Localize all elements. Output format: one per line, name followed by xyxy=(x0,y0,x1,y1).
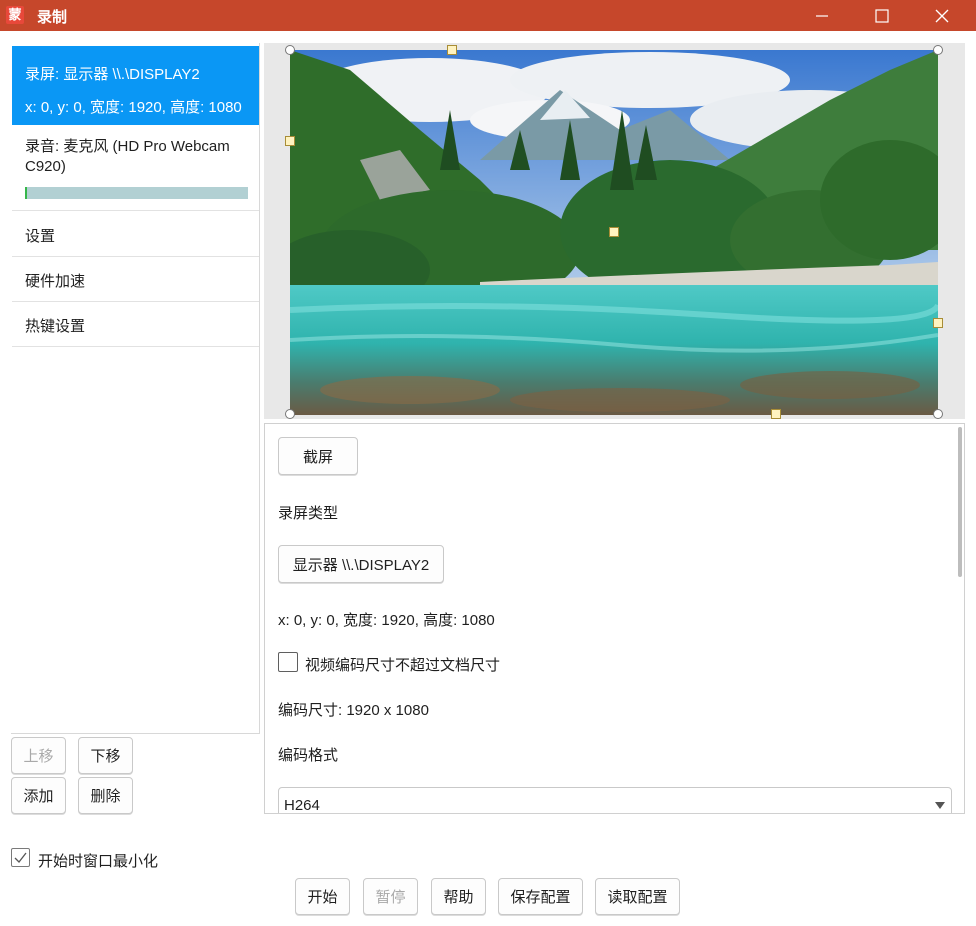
resize-handle-bottom-left[interactable] xyxy=(285,409,295,419)
resize-handle-top-left[interactable] xyxy=(285,45,295,55)
move-handle-center[interactable] xyxy=(609,227,619,237)
source-item-audio[interactable]: 录音: 麦克风 (HD Pro Webcam C920) xyxy=(12,127,259,211)
resize-handle-right[interactable] xyxy=(933,318,943,328)
limit-size-label: 视频编码尺寸不超过文档尺寸 xyxy=(305,657,501,674)
sidebar-item-settings[interactable]: 设置 xyxy=(12,212,259,257)
checkmark-icon xyxy=(14,852,27,863)
close-button[interactable] xyxy=(912,0,972,31)
close-icon xyxy=(935,9,949,22)
source-screen-region: x: 0, y: 0, 宽度: 1920, 高度: 1080 xyxy=(25,99,242,116)
region-text: x: 0, y: 0, 宽度: 1920, 高度: 1080 xyxy=(278,612,495,629)
record-type-label: 录屏类型 xyxy=(278,505,339,522)
audio-level-meter xyxy=(25,187,248,199)
chevron-down-icon xyxy=(935,802,945,809)
maximize-button[interactable] xyxy=(852,0,912,31)
sidebar-item-label: 设置 xyxy=(25,228,56,245)
scrollbar[interactable] xyxy=(958,427,962,577)
encode-format-select[interactable]: H264 xyxy=(278,787,952,814)
encode-format-value: H264 xyxy=(284,797,320,814)
sidebar-item-hotkeys[interactable]: 热键设置 xyxy=(12,302,259,347)
minimize-button[interactable] xyxy=(792,0,852,31)
screenshot-button[interactable]: 截屏 xyxy=(278,437,358,475)
resize-handle-bottom-right[interactable] xyxy=(933,409,943,419)
sidebar-item-label: 硬件加速 xyxy=(25,273,86,290)
pause-button[interactable]: 暂停 xyxy=(363,878,418,915)
resize-handle-left[interactable] xyxy=(285,136,295,146)
source-item-screen[interactable]: 录屏: 显示器 \\.\DISPLAY2 x: 0, y: 0, 宽度: 192… xyxy=(12,46,259,125)
add-button[interactable]: 添加 xyxy=(11,777,66,814)
title-bar: 蒙 录制 xyxy=(0,0,976,31)
move-up-button[interactable]: 上移 xyxy=(11,737,66,774)
help-button[interactable]: 帮助 xyxy=(431,878,486,915)
delete-button[interactable]: 删除 xyxy=(78,777,133,814)
resize-handle-bottom[interactable] xyxy=(771,409,781,419)
source-list: 录屏: 显示器 \\.\DISPLAY2 x: 0, y: 0, 宽度: 192… xyxy=(11,43,260,734)
minimize-on-start-checkbox[interactable] xyxy=(11,848,30,867)
start-button[interactable]: 开始 xyxy=(295,878,350,915)
sidebar-item-hw-accel[interactable]: 硬件加速 xyxy=(12,257,259,302)
settings-panel: 截屏 录屏类型 显示器 \\.\DISPLAY2 x: 0, y: 0, 宽度:… xyxy=(264,423,965,814)
maximize-icon xyxy=(875,8,889,23)
source-screen-title: 录屏: 显示器 \\.\DISPLAY2 xyxy=(25,66,200,83)
resize-handle-top[interactable] xyxy=(447,45,457,55)
preview-area xyxy=(264,43,965,419)
audio-level-fill xyxy=(25,187,27,199)
app-icon: 蒙 xyxy=(6,6,24,24)
sidebar-item-label: 热键设置 xyxy=(25,318,86,335)
resize-handle-top-right[interactable] xyxy=(933,45,943,55)
limit-size-checkbox[interactable] xyxy=(278,652,298,672)
encode-format-label: 编码格式 xyxy=(278,747,339,764)
save-config-button[interactable]: 保存配置 xyxy=(498,878,583,915)
move-down-button[interactable]: 下移 xyxy=(78,737,133,774)
display-select-button[interactable]: 显示器 \\.\DISPLAY2 xyxy=(278,545,444,583)
load-config-button[interactable]: 读取配置 xyxy=(595,878,680,915)
source-audio-title: 录音: 麦克风 (HD Pro Webcam C920) xyxy=(25,138,230,175)
encode-size-text: 编码尺寸: 1920 x 1080 xyxy=(278,702,429,719)
minimize-on-start-label: 开始时窗口最小化 xyxy=(38,853,159,870)
minimize-icon xyxy=(816,14,828,17)
window-title: 录制 xyxy=(37,9,68,26)
